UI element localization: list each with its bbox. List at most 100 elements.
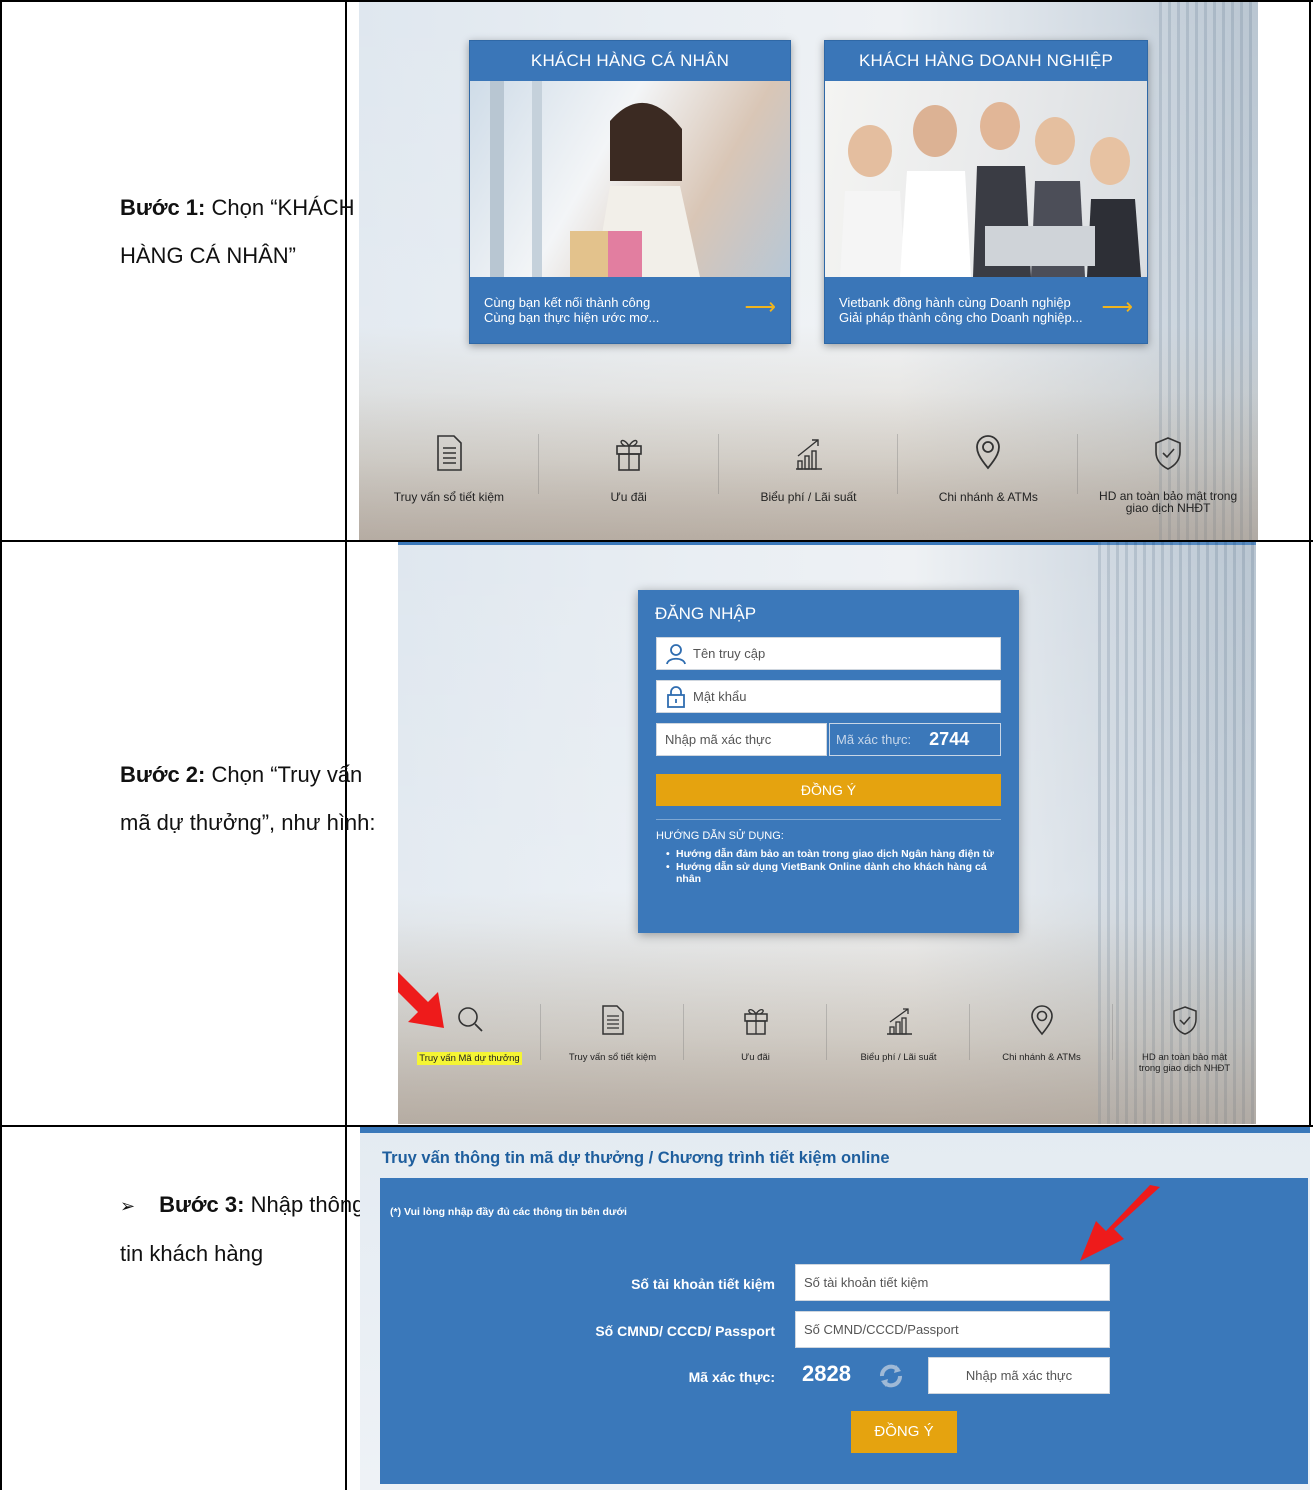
step-3-line2: tin khách hàng — [120, 1241, 264, 1266]
document-icon — [601, 1005, 624, 1035]
quicklink-offers-label: Ưu đãi — [610, 490, 647, 504]
lock-icon — [667, 685, 685, 708]
chart-icon — [796, 439, 823, 470]
captcha-placeholder: Nhập mã xác thực — [965, 1368, 1073, 1383]
account-number-placeholder: Số tài khoản tiết kiệm — [804, 1275, 929, 1290]
quicklink-savings-book[interactable]: Truy vấn sổ tiết kiệm — [541, 1004, 684, 1104]
quicklink-security-guide-label: HD an toàn bảo mật trong giao dịch NHĐT — [1078, 490, 1258, 514]
card-personal-footer: Cùng bạn kết nối thành công Cùng bạn thự… — [470, 281, 790, 343]
woman-shopping-illustration — [490, 81, 700, 277]
step-2-text: Bước 2: Chọn “Truy vấn mã dự thưởng”, nh… — [120, 751, 376, 847]
quicklink-security-guide-label: HD an toàn bảo mật trong giao dịch NHĐT — [1113, 1052, 1256, 1074]
captcha-input[interactable]: Nhập mã xác thực — [656, 723, 827, 756]
shield-check-icon — [1155, 437, 1181, 470]
step-1-line1: Chọn “KHÁCH — [205, 195, 355, 220]
screenshot-step-3: Truy vấn thông tin mã dự thưởng / Chương… — [360, 1127, 1310, 1490]
card-business-footer: Vietbank đồng hành cùng Doanh nghiệp Giả… — [825, 281, 1147, 343]
step-3-label: Bước 3: — [159, 1192, 245, 1217]
step-3-line1: Nhập thông — [244, 1192, 365, 1217]
query-submit-button[interactable]: ĐỒNG Ý — [851, 1411, 957, 1453]
card-business-customer[interactable]: KHÁCH HÀNG DOANH NGHIỆP Vietbank đồng hà… — [824, 40, 1148, 344]
quicklink-fees-rates[interactable]: Biểu phí / Lãi suất — [827, 1004, 970, 1104]
document-icon — [437, 435, 462, 471]
quicklink-offers[interactable]: Ưu đãi — [684, 1004, 827, 1104]
screenshot-step-1: KHÁCH HÀNG CÁ NHÂN Cùng bạn kết nối thàn… — [359, 2, 1258, 540]
table-border-left — [0, 0, 2, 1490]
login-panel: ĐĂNG NHẬP Tên truy cập Mật khẩu Nhập mã … — [638, 590, 1019, 933]
username-placeholder: Tên truy cập — [693, 646, 766, 661]
gift-icon — [743, 1009, 768, 1035]
password-placeholder: Mật khẩu — [693, 689, 747, 704]
quicklink-offers-label: Ưu đãi — [741, 1052, 770, 1063]
captcha-label: Mã xác thực: — [688, 1369, 775, 1385]
business-team-illustration — [840, 102, 1141, 277]
card-business-photo — [825, 81, 1147, 277]
red-arrow-pointer — [398, 972, 444, 1028]
quicklink-security-guide-line2: trong giao dịch NHĐT — [1138, 1063, 1231, 1074]
usage-guide-link[interactable]: Hướng dẫn sử dụng VietBank Online dành c… — [666, 861, 1006, 885]
shot2-quick-links: Truy vấn Mã dự thưởng Truy vấn sổ tiết k… — [398, 1004, 1256, 1104]
step-2-line1: Chọn “Truy vấn — [205, 762, 363, 787]
step-2-label: Bước 2: — [120, 762, 206, 787]
login-submit-button[interactable]: ĐỒNG Ý — [656, 774, 1001, 806]
quicklink-fees-rates[interactable]: Biểu phí / Lãi suất — [719, 434, 899, 534]
captcha-placeholder: Nhập mã xác thực — [665, 732, 772, 747]
id-number-input[interactable]: Số CMND/CCCD/Passport — [795, 1311, 1110, 1348]
query-form-panel: (*) Vui lòng nhập đầy đủ các thông tin b… — [380, 1178, 1308, 1484]
quicklink-offers[interactable]: Ưu đãi — [539, 434, 719, 534]
quicklink-fees-rates-label: Biểu phí / Lãi suất — [760, 490, 857, 504]
account-number-input[interactable]: Số tài khoản tiết kiệm — [795, 1264, 1110, 1301]
account-number-label: Số tài khoản tiết kiệm — [631, 1276, 775, 1292]
step-3-bullet-icon: ➢ — [120, 1196, 136, 1216]
quicklink-savings-book[interactable]: Truy vấn sổ tiết kiệm — [359, 434, 539, 534]
chart-icon — [886, 1008, 912, 1035]
quicklink-branches-atms-label: Chi nhánh & ATMs — [938, 490, 1038, 504]
top-nav-edge — [360, 1127, 1310, 1133]
quicklink-savings-book-label: Truy vấn sổ tiết kiệm — [393, 490, 505, 504]
captcha-input[interactable]: Nhập mã xác thực — [928, 1357, 1110, 1394]
step-2-line2: mã dự thưởng”, như hình: — [120, 810, 376, 835]
gift-icon — [615, 439, 642, 471]
quicklink-branches-atms[interactable]: Chi nhánh & ATMs — [970, 1004, 1113, 1104]
login-title: ĐĂNG NHẬP — [655, 604, 757, 623]
quicklink-security-guide[interactable]: HD an toàn bảo mật trong giao dịch NHĐT — [1113, 1004, 1256, 1104]
arrow-right-icon: ⟶ — [1101, 294, 1133, 319]
quicklink-security-guide[interactable]: HD an toàn bảo mật trong giao dịch NHĐT — [1078, 434, 1258, 534]
step-3-text: ➢ Bước 3: Nhập thông tin khách hàng — [120, 1181, 364, 1278]
password-input[interactable]: Mật khẩu — [656, 680, 1001, 713]
username-input[interactable]: Tên truy cập — [656, 637, 1001, 670]
card-personal-photo — [470, 81, 790, 277]
captcha-label: Mã xác thực: — [836, 732, 912, 747]
usage-guide: HƯỚNG DẪN SỬ DỤNG: Hướng dẫn đảm bảo an … — [656, 830, 1006, 886]
captcha-code: 2744 — [929, 729, 970, 749]
quicklink-branches-atms[interactable]: Chi nhánh & ATMs — [898, 434, 1079, 534]
card-business-title: KHÁCH HÀNG DOANH NGHIỆP — [859, 51, 1113, 70]
table-border-right — [1309, 0, 1311, 1126]
quicklink-prize-code-label-highlight: Truy vấn Mã dự thưởng — [415, 1052, 523, 1065]
step-1-text: Bước 1: Chọn “KHÁCH HÀNG CÁ NHÂN” — [120, 184, 355, 280]
shield-check-icon — [1172, 1006, 1197, 1035]
card-personal-title: KHÁCH HÀNG CÁ NHÂN — [530, 51, 730, 70]
usage-guide-title: HƯỚNG DẪN SỬ DỤNG: — [656, 830, 784, 842]
step-1-line2: HÀNG CÁ NHÂN” — [120, 243, 297, 268]
quicklink-fees-rates-label: Biểu phí / Lãi suất — [860, 1052, 937, 1063]
quicklink-security-guide-line1: HD an toàn bảo mật — [1141, 1052, 1228, 1063]
quicklink-security-guide-line2: giao dịch NHĐT — [1125, 501, 1211, 515]
card-personal-customer[interactable]: KHÁCH HÀNG CÁ NHÂN Cùng bạn kết nối thàn… — [469, 40, 791, 344]
quicklink-prize-code-label: Truy vấn Mã dự thưởng — [417, 1052, 522, 1065]
screenshot-step-2: ĐĂNG NHẬP Tên truy cập Mật khẩu Nhập mã … — [398, 542, 1256, 1124]
arrow-right-icon: ⟶ — [744, 294, 776, 319]
captcha-code: 2828 — [802, 1361, 851, 1386]
location-pin-icon — [976, 435, 1001, 470]
id-number-label: Số CMND/ CCCD/ Passport — [595, 1323, 775, 1339]
quicklink-branches-atms-label: Chi nhánh & ATMs — [1002, 1052, 1081, 1063]
usage-guide-link[interactable]: Hướng dẫn đảm bảo an toàn trong giao dịc… — [666, 848, 1006, 860]
id-number-placeholder: Số CMND/CCCD/Passport — [804, 1322, 959, 1337]
step-1-label: Bước 1: — [120, 195, 206, 220]
captcha-display: Mã xác thực: 2744 — [829, 723, 1001, 756]
red-arrow-pointer — [1080, 1185, 1160, 1261]
refresh-icon[interactable] — [874, 1359, 908, 1393]
shot1-quick-links: Truy vấn sổ tiết kiệm Ưu đãi Biểu phí / … — [359, 434, 1258, 534]
page-heading: Truy vấn thông tin mã dự thưởng / Chương… — [382, 1149, 890, 1167]
user-icon — [666, 643, 686, 664]
